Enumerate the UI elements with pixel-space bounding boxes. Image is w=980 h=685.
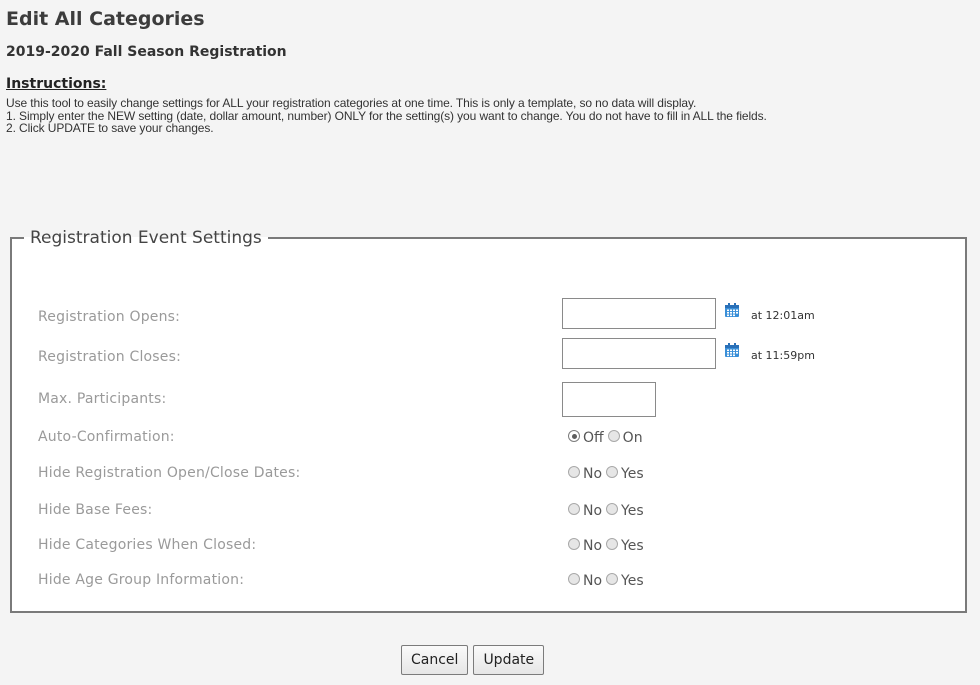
hide-categories-closed-radios: No Yes: [568, 536, 648, 554]
hide-categories-closed-label: Hide Categories When Closed:: [38, 537, 257, 553]
hide-categories-closed-no-label: No: [583, 538, 603, 554]
row-hide-age-group: Hide Age Group Information: No Yes: [38, 569, 958, 593]
row-auto-confirmation: Auto-Confirmation: Off On: [38, 426, 958, 450]
hide-age-group-no-label: No: [583, 573, 603, 589]
hide-registration-dates-yes-radio[interactable]: [606, 466, 619, 478]
hide-age-group-yes-label: Yes: [621, 573, 644, 589]
hide-base-fees-no-radio[interactable]: [568, 503, 580, 515]
hide-base-fees-yes-radio[interactable]: [606, 503, 619, 515]
row-hide-categories-closed: Hide Categories When Closed: No Yes: [38, 534, 958, 558]
hide-categories-closed-yes-label: Yes: [621, 538, 644, 554]
page-subtitle: 2019-2020 Fall Season Registration: [6, 44, 287, 60]
auto-confirmation-on-label: On: [622, 430, 643, 446]
hide-age-group-label: Hide Age Group Information:: [38, 572, 245, 588]
auto-confirmation-radios: Off On: [568, 428, 647, 446]
auto-confirmation-off-radio[interactable]: [568, 430, 580, 442]
calendar-icon[interactable]: [724, 302, 740, 318]
hide-categories-closed-no-radio[interactable]: [568, 538, 580, 550]
update-button[interactable]: Update: [473, 645, 545, 675]
row-max-participants: Max. Participants:: [38, 382, 958, 417]
auto-confirmation-label: Auto-Confirmation:: [38, 429, 175, 445]
row-registration-closes: Registration Closes: at 11:59pm: [38, 338, 958, 370]
settings-legend: Registration Event Settings: [30, 228, 262, 248]
registration-closes-time-note: at 11:59pm: [751, 349, 815, 362]
auto-confirmation-off-label: Off: [583, 430, 604, 446]
row-registration-opens: Registration Opens: at 12:01am: [38, 298, 958, 330]
hide-base-fees-no-label: No: [583, 503, 603, 519]
hide-registration-dates-yes-label: Yes: [621, 466, 644, 482]
hide-age-group-no-radio[interactable]: [568, 573, 580, 585]
hide-registration-dates-no-label: No: [583, 466, 603, 482]
form-buttons: Cancel Update: [401, 645, 545, 675]
hide-categories-closed-yes-radio[interactable]: [606, 538, 619, 550]
registration-opens-label: Registration Opens:: [38, 309, 181, 325]
page-title: Edit All Categories: [6, 8, 205, 30]
instructions-line: 2. Click UPDATE to save your changes.: [6, 121, 214, 135]
registration-closes-input[interactable]: [562, 338, 716, 369]
max-participants-label: Max. Participants:: [38, 391, 167, 407]
instructions-text: Use this tool to easily change settings …: [6, 97, 966, 135]
hide-base-fees-radios: No Yes: [568, 501, 648, 519]
cancel-button[interactable]: Cancel: [401, 645, 469, 675]
calendar-icon[interactable]: [724, 342, 740, 358]
instructions-heading: Instructions:: [6, 76, 107, 92]
registration-opens-input[interactable]: [562, 298, 716, 329]
auto-confirmation-on-radio[interactable]: [607, 430, 620, 442]
hide-base-fees-label: Hide Base Fees:: [38, 502, 153, 518]
row-hide-registration-dates: Hide Registration Open/Close Dates: No Y…: [38, 462, 958, 486]
registration-opens-time-note: at 12:01am: [751, 309, 815, 322]
hide-base-fees-yes-label: Yes: [621, 503, 644, 519]
registration-event-settings: Registration Event Settings Registration…: [10, 228, 967, 613]
hide-registration-dates-radios: No Yes: [568, 464, 648, 482]
hide-age-group-yes-radio[interactable]: [606, 573, 619, 585]
row-hide-base-fees: Hide Base Fees: No Yes: [38, 499, 958, 523]
hide-registration-dates-no-radio[interactable]: [568, 466, 580, 478]
instructions-line: Use this tool to easily change settings …: [6, 96, 697, 110]
hide-age-group-radios: No Yes: [568, 571, 648, 589]
max-participants-input[interactable]: [562, 382, 656, 417]
hide-registration-dates-label: Hide Registration Open/Close Dates:: [38, 465, 301, 481]
registration-closes-label: Registration Closes:: [38, 349, 182, 365]
